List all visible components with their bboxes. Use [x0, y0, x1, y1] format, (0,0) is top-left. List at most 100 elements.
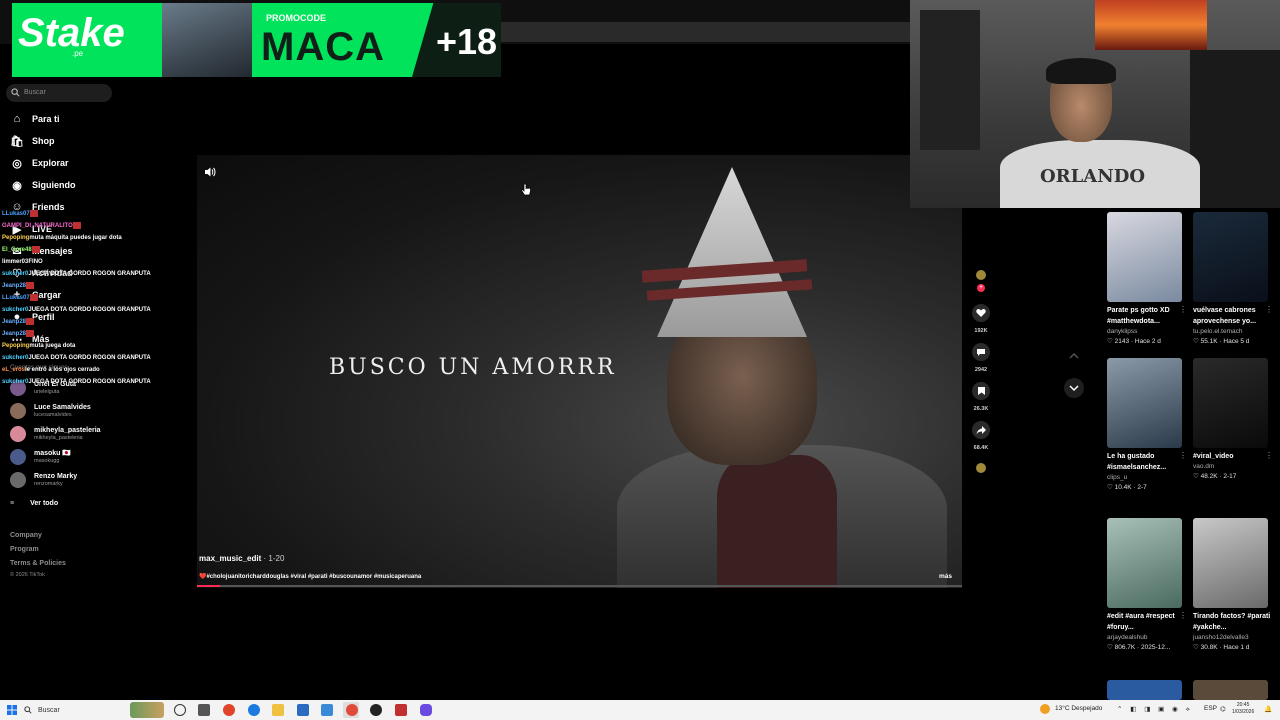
taskbar-search-label: Buscar	[38, 706, 60, 714]
windows-start-icon[interactable]	[7, 705, 17, 715]
sidebar-item-explorar[interactable]: ◎ Explorar	[10, 154, 69, 172]
see-all-link[interactable]: ≡ Ver todo	[10, 500, 58, 507]
notification-bell-icon[interactable]: 🔔	[1264, 705, 1272, 713]
obs-icon[interactable]	[370, 704, 382, 716]
windows-taskbar: Buscar 13°C Despejado ⌃ ◧ ◨ ▣ ◉ ⟡ ESP ⌬ …	[0, 700, 1280, 720]
chat-message: LLukas07	[2, 208, 172, 220]
recommended-video-card[interactable]: #viral_video ⋮ vao.dm ♡ 48.2K · 2-17	[1193, 358, 1273, 482]
video-caption: ❤️#cholojuanitoricharddouglas #viral #pa…	[199, 574, 422, 580]
kebab-menu-icon[interactable]: ⋮	[1179, 611, 1187, 620]
store-icon[interactable]	[297, 704, 309, 716]
system-tray-icons[interactable]: ⌃ ◧ ◨ ▣ ◉ ⟡	[1117, 705, 1193, 714]
caption-more-link[interactable]: más	[939, 573, 952, 580]
home-icon: ⌂	[13, 113, 21, 125]
next-video-button[interactable]	[1064, 378, 1084, 398]
avatar	[10, 403, 26, 419]
app-icon[interactable]	[395, 704, 407, 716]
search-input[interactable]: Buscar	[6, 84, 112, 102]
copilot-icon[interactable]	[223, 704, 235, 716]
mail-icon[interactable]	[321, 704, 333, 716]
recommended-video-card[interactable]: Tirando factos? #parati #yakche... ⋮ juans…	[1193, 518, 1273, 653]
recommended-video-card[interactable]: Le ha gustado #ismaelsanchez... ⋮ clips_u ♡…	[1107, 358, 1187, 493]
recommended-video-card[interactable]: #edit #aura #respect #foruy... ⋮ arjaydeal…	[1107, 518, 1187, 653]
list-icon: ≡	[10, 500, 15, 507]
video-thumbnail	[1107, 212, 1182, 302]
video-author[interactable]: max_music_edit · 1-20	[199, 554, 284, 563]
taskbar-widget-image[interactable]	[130, 702, 164, 718]
clock[interactable]: 20:45 1/03/2026	[1232, 702, 1254, 716]
discord-icon[interactable]	[420, 704, 432, 716]
video-player[interactable]: BUSCO UN AMORRR max_music_edit · 1-20 ❤️…	[197, 155, 962, 588]
webcam-door	[920, 10, 980, 150]
following-account[interactable]: Renzo Marky renzomarky	[10, 472, 77, 488]
sidebar-item-label: Explorar	[32, 158, 69, 168]
account-text: mikheyla_pasteleria mikheyla_pasteleria	[34, 427, 101, 442]
weather-icon[interactable]	[1040, 704, 1050, 714]
ad-age-badge: +18	[436, 21, 498, 62]
chrome-icon[interactable]	[346, 704, 358, 716]
chat-username: Jeanp28	[2, 319, 27, 325]
ad-fine-print	[18, 63, 158, 73]
network-icon[interactable]: ⌬	[1220, 705, 1226, 713]
compass-icon: ◎	[12, 157, 22, 170]
chat-text: JUEGA DOTA GORDO ROGON GRANPUTA	[28, 355, 151, 361]
recommended-video-card[interactable]: Parate ps gotto XD #matthewdota... ⋮ danyk…	[1107, 212, 1187, 347]
video-thumbnail[interactable]	[1193, 680, 1268, 700]
footer-company[interactable]: Company	[10, 532, 42, 539]
save-button[interactable]	[972, 382, 990, 400]
weather-text[interactable]: 13°C Despejado	[1055, 705, 1102, 712]
footer-terms[interactable]: Terms & Policies	[10, 560, 66, 567]
video-card-user: tu.pelo.el.temach	[1193, 328, 1243, 335]
video-card-meta: ♡ 48.2K · 2-17	[1193, 473, 1237, 480]
search-placeholder: Buscar	[24, 89, 46, 96]
share-button[interactable]	[972, 421, 990, 439]
volume-icon[interactable]	[204, 165, 216, 183]
sidebar-item-shop[interactable]: 🛍 Shop	[10, 132, 54, 150]
comment-button[interactable]	[972, 343, 990, 361]
sidebar-item-para-ti[interactable]: ⌂ Para ti	[10, 110, 60, 128]
kebab-menu-icon[interactable]: ⋮	[1265, 451, 1273, 460]
file-explorer-icon[interactable]	[272, 704, 284, 716]
chat-message: eL_erosle entró a los ojos cerrado	[2, 364, 172, 376]
kebab-menu-icon[interactable]: ⋮	[1179, 305, 1187, 314]
language-indicator[interactable]: ESP	[1204, 705, 1217, 712]
stream-chat-overlay: LLukas07 GAMPI_DI_NATURALITO Pepopingmuta …	[2, 208, 172, 388]
video-thumbnail	[1193, 212, 1268, 302]
recommended-video-card[interactable]: vuélvase cabrones aprovechense yo... ⋮ tu.…	[1193, 212, 1273, 347]
video-thumbnail	[1107, 358, 1182, 448]
video-progress-fill	[197, 585, 220, 587]
footer-program[interactable]: Program	[10, 546, 39, 553]
video-card-info: Parate ps gotto XD #matthewdota... ⋮ danyk…	[1107, 305, 1187, 347]
stake-ad-banner[interactable]: Stake .pe PROMOCODE MACA +18	[12, 3, 501, 77]
widgets-icon[interactable]	[198, 704, 210, 716]
following-account[interactable]: masoku 🇯🇵 masokugg	[10, 449, 71, 465]
chat-text: muta juega dota	[29, 343, 76, 349]
sidebar-item-siguiendo[interactable]: ◉ Siguiendo	[10, 176, 75, 194]
follow-plus-icon[interactable]: +	[977, 284, 985, 292]
video-card-user: clips_u	[1107, 474, 1128, 481]
creator-avatar[interactable]	[976, 270, 986, 280]
like-button[interactable]	[972, 304, 990, 322]
kebab-menu-icon[interactable]: ⋮	[1265, 611, 1273, 620]
video-card-info: Le ha gustado #ismaelsanchez... ⋮ clips_u ♡…	[1107, 451, 1187, 493]
following-account[interactable]: mikheyla_pasteleria mikheyla_pasteleria	[10, 426, 101, 442]
following-account[interactable]: Luce Samalvides lucesamalvides	[10, 403, 91, 419]
video-card-user: arjaydealshub	[1107, 634, 1148, 641]
account-handle: urielelguta	[34, 388, 60, 395]
video-thumbnail[interactable]	[1107, 680, 1182, 700]
task-view-icon[interactable]	[174, 704, 186, 716]
previous-video-button[interactable]	[1064, 346, 1084, 366]
chat-text: muta máquita puedes jugar dota	[29, 235, 122, 241]
chat-emote-icon	[72, 221, 81, 229]
chat-username: sukcher0	[2, 379, 29, 385]
kebab-menu-icon[interactable]: ⋮	[1179, 451, 1187, 460]
video-card-title: #viral_video	[1193, 453, 1234, 460]
video-progress-bar[interactable]	[197, 585, 962, 587]
account-text: Renzo Marky renzomarky	[34, 473, 77, 488]
sound-disc-icon[interactable]	[976, 463, 986, 473]
chat-message: sukcher0JUEGA DOTA GORDO ROGON GRANPUTA	[2, 304, 172, 316]
chat-emote-icon	[29, 293, 38, 301]
edge-icon[interactable]	[248, 704, 260, 716]
kebab-menu-icon[interactable]: ⋮	[1265, 305, 1273, 314]
video-card-title: vuélvase cabrones aprovechense yo...	[1193, 307, 1257, 325]
